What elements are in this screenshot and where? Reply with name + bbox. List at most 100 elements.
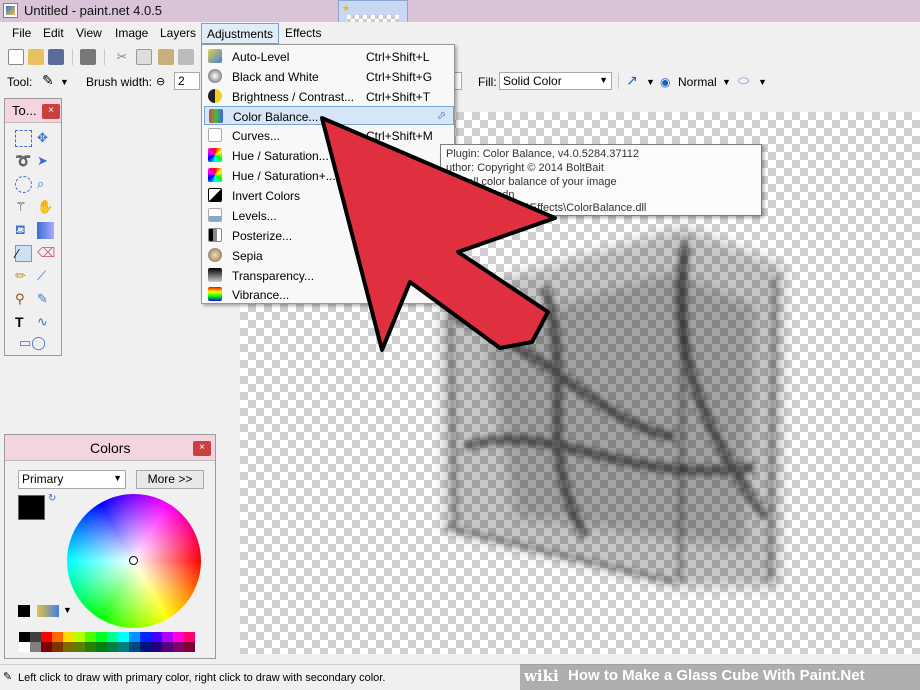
text-icon[interactable]: T — [15, 314, 32, 331]
menu-item-levels[interactable]: Levels... — [204, 206, 454, 225]
brush-width-label: Brush width: — [86, 75, 153, 89]
new-icon[interactable] — [8, 49, 24, 65]
blend-mode-icon: ◉ — [660, 75, 671, 89]
color-mode-select[interactable]: Primary ▼ — [18, 470, 126, 489]
antialiasing-icon[interactable]: ↗ — [626, 72, 638, 89]
brush-width-decrease-icon[interactable]: ⊖ — [156, 75, 165, 88]
palette-icon[interactable] — [18, 605, 30, 617]
menu-file[interactable]: File — [12, 26, 31, 40]
menu-item-transparency[interactable]: Transparency... — [204, 266, 454, 285]
tools-panel: To... × ✥ ➰ ➤ ⌕ ⚚ ✋ ⛾ ⁄ ⌫ ✏ ⟋ ⚲ ✎ T ∿ ▭◯ — [4, 98, 62, 356]
copy-icon[interactable] — [136, 49, 152, 65]
options-separator — [618, 73, 619, 89]
menu-item-label: Black and White — [232, 70, 319, 84]
pencil-icon[interactable]: ✏ — [15, 268, 32, 285]
tooltip-line: overall color balance of your image — [446, 176, 617, 188]
palette-dropdown-icon[interactable]: ▼ — [63, 605, 72, 615]
menu-item-label: Color Balance... — [233, 110, 319, 124]
vibrance-icon — [208, 287, 222, 301]
colors-panel-header[interactable]: Colors × — [5, 435, 215, 461]
antialiasing-dropdown-icon[interactable]: ▼ — [646, 77, 655, 87]
open-icon[interactable] — [28, 49, 44, 65]
color-wheel[interactable] — [67, 494, 201, 628]
plugin-icon: ⬀ — [437, 110, 447, 122]
move-selected-icon[interactable]: ✥ — [37, 130, 54, 147]
pan-icon[interactable]: ✋ — [37, 199, 54, 216]
tool-dropdown-icon[interactable]: ▼ — [60, 77, 69, 87]
save-icon[interactable] — [48, 49, 64, 65]
magic-wand-icon[interactable]: ⚚ — [15, 199, 32, 216]
menu-item-label: Vibrance... — [232, 288, 290, 302]
gradient-icon[interactable] — [37, 222, 54, 239]
auto-level-icon — [208, 49, 222, 63]
blend-mode-value[interactable]: Normal — [678, 75, 717, 89]
menu-item-brightness-contrast[interactable]: Brightness / Contrast... Ctrl+Shift+T — [204, 87, 454, 106]
menu-item-hue-saturation-plus[interactable]: Hue / Saturation+... — [204, 166, 454, 185]
menu-item-label: Levels... — [232, 209, 277, 223]
menu-adjustments[interactable]: Adjustments — [201, 23, 280, 44]
lasso-select-icon[interactable]: ➰ — [15, 153, 32, 170]
selection-mode-dropdown-icon[interactable]: ▼ — [758, 77, 767, 87]
paint-net-app-icon[interactable] — [3, 3, 18, 18]
recolor-icon[interactable]: ✎ — [37, 291, 54, 308]
paintbrush-status-icon: ✎ — [3, 671, 13, 683]
blend-mode-dropdown-icon[interactable]: ▼ — [722, 77, 731, 87]
paint-bucket-icon[interactable]: ⛾ — [15, 222, 32, 239]
colors-close-icon[interactable]: × — [193, 441, 211, 456]
menu-layers[interactable]: Layers — [160, 26, 196, 40]
tooltip-line: ltbait.com/pdn — [446, 189, 515, 201]
color-picker-icon[interactable]: ⟋ — [37, 268, 54, 285]
toolbar-separator — [72, 49, 73, 65]
more-colors-button[interactable]: More >> — [136, 470, 204, 489]
paintbrush-icon[interactable]: ⁄ — [15, 245, 32, 262]
rectangle-select-icon[interactable] — [15, 130, 32, 147]
menu-item-label: Sepia — [232, 249, 263, 263]
swap-colors-icon[interactable]: ↻ — [48, 493, 56, 504]
menu-item-label: Brightness / Contrast... — [232, 90, 355, 104]
menu-bar: File Edit View Image Layers Adjustments … — [0, 22, 460, 44]
zoom-icon[interactable]: ⌕ — [37, 176, 54, 193]
fill-select[interactable]: Solid Color ▼ — [499, 72, 612, 90]
tools-panel-title: To... — [12, 103, 37, 118]
print-icon[interactable] — [80, 49, 96, 65]
watermark-brand: wiki — [524, 667, 559, 685]
shapes-icon[interactable]: ▭◯ — [19, 335, 46, 352]
eraser-icon[interactable]: ⌫ — [37, 245, 55, 262]
chevron-down-icon: ▼ — [113, 473, 122, 483]
fill-select-value: Solid Color — [503, 74, 562, 88]
brush-width-input[interactable]: 2 — [174, 72, 200, 90]
cut-icon[interactable]: ✂ — [114, 49, 130, 65]
menu-image[interactable]: Image — [115, 26, 148, 40]
tools-close-icon[interactable]: × — [42, 104, 60, 119]
line-curve-icon[interactable]: ∿ — [37, 314, 54, 331]
menu-item-sepia[interactable]: Sepia — [204, 246, 454, 265]
menu-item-shortcut: Ctrl+Shift+G — [366, 70, 433, 84]
color-wheel-cursor[interactable] — [129, 556, 138, 565]
ellipse-select-icon[interactable] — [15, 176, 32, 193]
menu-item-black-and-white[interactable]: Black and White Ctrl+Shift+G — [204, 67, 454, 86]
menu-item-posterize[interactable]: Posterize... — [204, 226, 454, 245]
tools-panel-header[interactable]: To... × — [5, 99, 61, 123]
menu-item-hue-saturation[interactable]: Hue / Saturation... — [204, 146, 454, 165]
move-selection-icon[interactable]: ➤ — [37, 153, 54, 170]
current-tool-icon[interactable]: ✎ — [42, 72, 54, 89]
menu-item-auto-level[interactable]: Auto-Level Ctrl+Shift+L — [204, 47, 454, 66]
paste-icon[interactable] — [158, 49, 174, 65]
window-title: Untitled - paint.net 4.0.5 — [24, 3, 163, 18]
primary-color-swatch[interactable] — [18, 495, 45, 520]
menu-item-invert-colors[interactable]: Invert Colors — [204, 186, 454, 205]
plugin-tooltip: Plugin: Color Balance, v4.0.5284.37112 u… — [440, 144, 762, 216]
clone-stamp-icon[interactable]: ⚲ — [15, 291, 32, 308]
menu-item-curves[interactable]: Curves... Ctrl+Shift+M — [204, 126, 454, 145]
color-palette[interactable] — [19, 632, 202, 652]
menu-item-vibrance[interactable]: Vibrance... ⬀ — [204, 285, 454, 304]
hue-saturation-icon — [208, 148, 222, 162]
selection-mode-icon[interactable]: ⬭ — [738, 73, 749, 89]
menu-item-color-balance[interactable]: Color Balance... ⬀ — [204, 106, 454, 125]
crop-icon[interactable] — [178, 49, 194, 65]
menu-effects[interactable]: Effects — [285, 26, 321, 40]
menu-view[interactable]: View — [76, 26, 102, 40]
menu-item-label: Transparency... — [232, 269, 315, 283]
palette-menu-icon[interactable] — [37, 605, 59, 617]
menu-edit[interactable]: Edit — [43, 26, 64, 40]
